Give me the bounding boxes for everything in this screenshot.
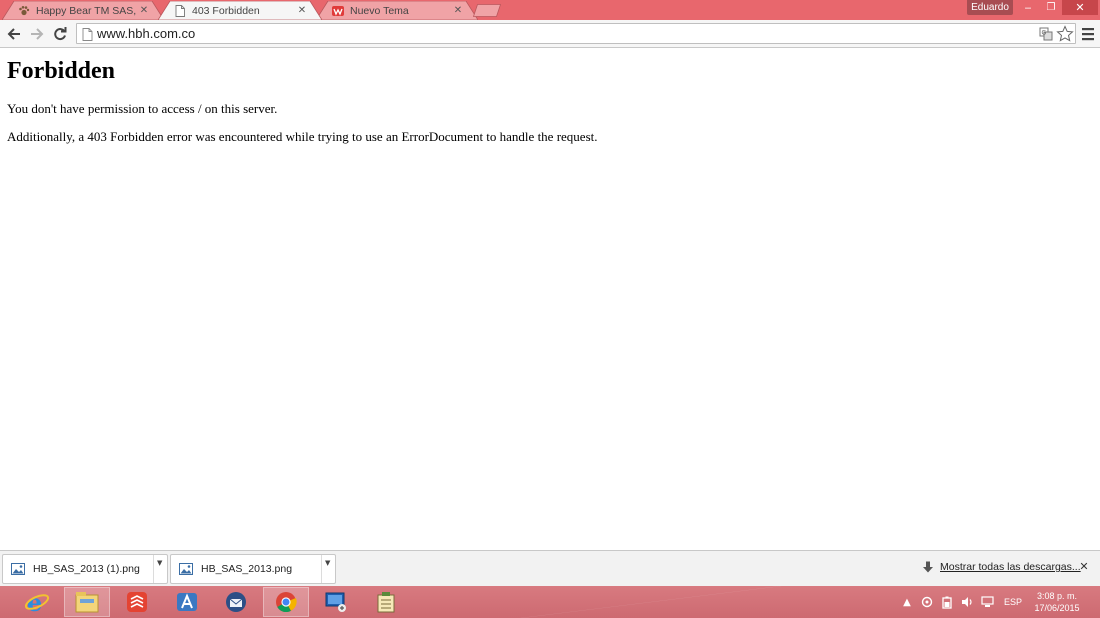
browser-title-bar: Happy Bear TM SAS, Toall ✕ Nuevo Tema ✕ … bbox=[0, 0, 1100, 20]
internet-explorer-icon: e bbox=[24, 589, 50, 615]
thunderbird-icon bbox=[226, 592, 246, 612]
app-store-icon bbox=[177, 593, 197, 611]
bookmark-star-icon[interactable] bbox=[1056, 25, 1074, 43]
download-shelf: HB_SAS_2013 (1).png ▼ HB_SAS_2013.png ▼ … bbox=[0, 550, 1100, 586]
forward-button[interactable] bbox=[27, 24, 47, 44]
taskbar-app-store[interactable] bbox=[164, 587, 210, 617]
sync-icon[interactable] bbox=[920, 595, 934, 609]
new-tab-button[interactable] bbox=[473, 4, 501, 17]
archive-icon bbox=[377, 592, 395, 613]
todoist-icon bbox=[127, 592, 147, 612]
show-hidden-icons-icon[interactable]: ▲ bbox=[900, 595, 914, 609]
bear-paw-icon bbox=[18, 5, 30, 17]
minimize-button[interactable]: ‒ bbox=[1016, 0, 1040, 15]
profile-user-badge[interactable]: Eduardo bbox=[967, 0, 1013, 15]
close-window-button[interactable]: ✕ bbox=[1062, 0, 1098, 15]
show-all-downloads-link[interactable]: Mostrar todas las descargas... bbox=[940, 561, 1081, 573]
volume-icon[interactable] bbox=[960, 595, 974, 609]
tab-title: 403 Forbidden bbox=[192, 4, 260, 17]
download-filename: HB_SAS_2013 (1).png bbox=[33, 563, 140, 575]
restore-button[interactable]: ❐ bbox=[1040, 0, 1062, 15]
image-file-icon bbox=[11, 563, 25, 575]
download-item[interactable]: HB_SAS_2013 (1).png ▼ bbox=[2, 554, 168, 584]
clock-date: 17/06/2015 bbox=[1034, 603, 1080, 613]
tab-title: Nuevo Tema bbox=[350, 4, 409, 17]
arrow-left-icon bbox=[7, 28, 20, 40]
chrome-icon bbox=[276, 592, 297, 613]
taskbar-remote-desktop[interactable] bbox=[313, 587, 359, 617]
svg-text:G: G bbox=[1042, 30, 1047, 37]
battery-icon[interactable] bbox=[940, 595, 954, 609]
network-icon[interactable] bbox=[980, 595, 994, 609]
tab-close-icon[interactable]: ✕ bbox=[452, 5, 464, 16]
input-language-indicator[interactable]: ESP bbox=[1004, 597, 1022, 607]
chevron-down-icon[interactable]: ▼ bbox=[325, 559, 330, 567]
tab-happy-bear[interactable]: Happy Bear TM SAS, Toall ✕ bbox=[2, 1, 164, 20]
page-icon bbox=[174, 4, 186, 17]
back-button[interactable] bbox=[4, 24, 24, 44]
image-file-icon bbox=[179, 563, 193, 575]
download-filename: HB_SAS_2013.png bbox=[201, 563, 293, 575]
download-arrow-icon bbox=[923, 561, 933, 573]
error-detail: Additionally, a 403 Forbidden error was … bbox=[7, 129, 598, 144]
clock-time: 3:08 p. m. bbox=[1036, 591, 1078, 601]
system-tray: ▲ ESP bbox=[900, 586, 1022, 618]
tab-close-icon[interactable]: ✕ bbox=[138, 5, 150, 16]
address-url[interactable]: www.hbh.com.co bbox=[97, 26, 195, 42]
system-clock[interactable]: 3:08 p. m. 17/06/2015 bbox=[1022, 590, 1092, 614]
tab-nuevo-tema[interactable]: Nuevo Tema ✕ bbox=[316, 1, 478, 20]
hamburger-menu-icon[interactable] bbox=[1079, 25, 1097, 43]
taskbar-todoist[interactable] bbox=[114, 587, 160, 617]
chevron-down-icon[interactable]: ▼ bbox=[157, 559, 162, 567]
arrow-right-icon bbox=[31, 28, 44, 40]
address-bar[interactable]: www.hbh.com.co G bbox=[76, 23, 1076, 44]
download-item[interactable]: HB_SAS_2013.png ▼ bbox=[170, 554, 336, 584]
w-logo-icon bbox=[332, 5, 344, 17]
show-all-downloads[interactable]: Mostrar todas las descargas... bbox=[922, 561, 1081, 573]
taskbar-file-explorer[interactable] bbox=[64, 587, 110, 617]
taskbar-archive[interactable] bbox=[363, 587, 409, 617]
page-heading: Forbidden bbox=[7, 58, 116, 84]
page-icon bbox=[82, 28, 93, 41]
taskbar-internet-explorer[interactable]: e bbox=[14, 587, 60, 617]
page-content: Forbidden You don't have permission to a… bbox=[0, 49, 1100, 550]
taskbar-chrome[interactable] bbox=[263, 587, 309, 617]
divider bbox=[321, 555, 322, 583]
error-message: You don't have permission to access / on… bbox=[7, 101, 278, 116]
reload-icon bbox=[54, 27, 67, 40]
folder-icon bbox=[75, 592, 99, 613]
windows-taskbar: e ▲ ESP 3:08 p. m. 17/06/2015 bbox=[0, 586, 1100, 618]
divider bbox=[153, 555, 154, 583]
taskbar-thunderbird[interactable] bbox=[213, 587, 259, 617]
tab-close-icon[interactable]: ✕ bbox=[296, 5, 308, 16]
translate-icon[interactable]: G bbox=[1039, 27, 1053, 41]
tab-title: Happy Bear TM SAS, Toall bbox=[36, 4, 138, 17]
browser-toolbar: www.hbh.com.co G bbox=[0, 20, 1100, 48]
remote-desktop-icon bbox=[325, 592, 346, 612]
tab-403-forbidden[interactable]: 403 Forbidden ✕ bbox=[158, 1, 322, 20]
close-shelf-icon[interactable]: ✕ bbox=[1078, 560, 1090, 573]
reload-button[interactable] bbox=[50, 24, 70, 44]
